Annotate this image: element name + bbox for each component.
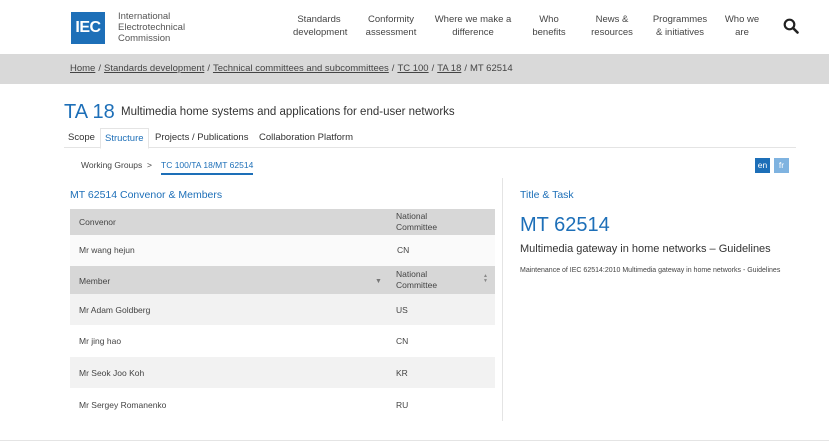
nav-label: Who xyxy=(539,14,559,25)
nav-news-resources[interactable]: News & resources xyxy=(588,13,636,39)
nav-where-we-make-a-difference[interactable]: Where we make a difference xyxy=(434,13,512,39)
member-row: Mr jing hao CN xyxy=(70,325,495,357)
convenor-name: Mr wang hejun xyxy=(79,245,135,255)
member-nc: RU xyxy=(396,400,409,410)
member-name: Mr jing hao xyxy=(79,336,122,346)
column-header-line: National xyxy=(396,269,428,279)
tab-bar: Scope Structure Projects / Publications … xyxy=(64,128,796,149)
breadcrumb-technical-committees[interactable]: Technical committees and subcommittees xyxy=(213,63,389,74)
search-icon[interactable] xyxy=(783,18,799,34)
nav-label: benefits xyxy=(532,27,566,38)
member-row: Mr Sergey Romanenko RU xyxy=(70,388,495,420)
site-header: IEC International Electrotechnical Commi… xyxy=(0,0,829,54)
nav-label: difference xyxy=(452,27,494,38)
breadcrumb-ta-18[interactable]: TA 18 xyxy=(437,63,461,74)
nav-label: are xyxy=(735,27,749,38)
column-header-line: Committee xyxy=(396,280,438,290)
iec-logo[interactable]: IEC xyxy=(71,12,105,44)
project-subtitle: Multimedia gateway in home networks – Gu… xyxy=(520,243,771,255)
nav-label: Where we make a xyxy=(434,14,512,25)
member-name: Mr Sergey Romanenko xyxy=(79,400,167,410)
sort-arrows-icon[interactable]: ▲ ▼ xyxy=(483,274,488,284)
nav-label: Conformity xyxy=(368,14,414,25)
panel-divider xyxy=(502,178,503,421)
subnav-working-groups[interactable]: Working Groups xyxy=(81,160,142,170)
breadcrumb-standards-development[interactable]: Standards development xyxy=(104,63,204,74)
org-line-2: Electrotechnical xyxy=(118,22,186,33)
convenor-table-header: Convenor National Committee xyxy=(70,209,495,235)
project-description: Maintenance of IEC 62514:2010 Multimedia… xyxy=(520,267,781,274)
member-nc: CN xyxy=(396,336,409,346)
language-en-button[interactable]: en xyxy=(755,158,770,173)
subnav-separator: > xyxy=(147,160,152,170)
tab-scope[interactable]: Scope xyxy=(64,128,99,147)
convenor-row: Mr wang hejun CN xyxy=(70,235,495,266)
nav-programmes-initiatives[interactable]: Programmes & initiatives xyxy=(650,13,710,39)
project-code: MT 62514 xyxy=(520,214,610,236)
breadcrumb-tc-100[interactable]: TC 100 xyxy=(397,63,428,74)
language-fr-button[interactable]: fr xyxy=(774,158,789,173)
convenor-column-header: Convenor xyxy=(79,217,116,227)
nav-label: Who we xyxy=(724,14,760,25)
member-nc-column-header[interactable]: National Committee xyxy=(396,269,437,291)
national-committee-column-header: National Committee xyxy=(396,211,437,233)
members-section-title: MT 62514 Convenor & Members xyxy=(70,189,223,201)
tab-projects-publications[interactable]: Projects / Publications xyxy=(151,128,252,147)
member-nc: KR xyxy=(396,368,408,378)
member-column-header[interactable]: Member xyxy=(79,276,110,286)
breadcrumb-current: MT 62514 xyxy=(470,63,513,74)
convenor-nc: CN xyxy=(397,245,410,255)
member-row: Mr Adam Goldberg US xyxy=(70,294,495,325)
page-title: Multimedia home systems and applications… xyxy=(121,106,455,118)
org-line-1: International xyxy=(118,11,171,22)
column-header-line: National xyxy=(396,211,428,221)
member-name: Mr Adam Goldberg xyxy=(79,305,151,315)
nav-standards-development[interactable]: Standards development xyxy=(293,13,348,39)
nav-who-we-are[interactable]: Who we are xyxy=(722,13,762,39)
breadcrumb: Home / Standards development / Technical com… xyxy=(70,63,513,74)
org-line-3: Commission xyxy=(118,33,171,44)
member-table-header: Member ▼ National Committee ▲ ▼ xyxy=(70,266,495,294)
nav-label: Standards xyxy=(297,14,341,25)
nav-label: News & xyxy=(595,14,629,25)
member-nc: US xyxy=(396,305,408,315)
org-name[interactable]: International Electrotechnical Commissio… xyxy=(118,11,185,44)
member-row: Mr Seok Joo Koh KR xyxy=(70,357,495,388)
column-header-line: Committee xyxy=(396,222,438,232)
subnav-current-group[interactable]: TC 100/TA 18/MT 62514 xyxy=(161,160,254,175)
nav-label: assessment xyxy=(365,27,417,38)
nav-label: & initiatives xyxy=(655,27,705,38)
title-task-section-title: Title & Task xyxy=(520,189,574,201)
footer-divider xyxy=(0,440,829,441)
nav-label: development xyxy=(293,27,348,38)
member-name: Mr Seok Joo Koh xyxy=(79,368,145,378)
page-code: TA 18 xyxy=(64,101,115,123)
tab-structure[interactable]: Structure xyxy=(100,128,149,149)
tab-collaboration-platform[interactable]: Collaboration Platform xyxy=(255,128,357,147)
nav-label: Programmes xyxy=(652,14,708,25)
nav-label: resources xyxy=(591,27,633,38)
nav-who-benefits[interactable]: Who benefits xyxy=(530,13,568,39)
breadcrumb-home[interactable]: Home xyxy=(70,63,95,74)
sort-caret-icon[interactable]: ▼ xyxy=(375,278,382,285)
nav-conformity-assessment[interactable]: Conformity assessment xyxy=(362,13,420,39)
